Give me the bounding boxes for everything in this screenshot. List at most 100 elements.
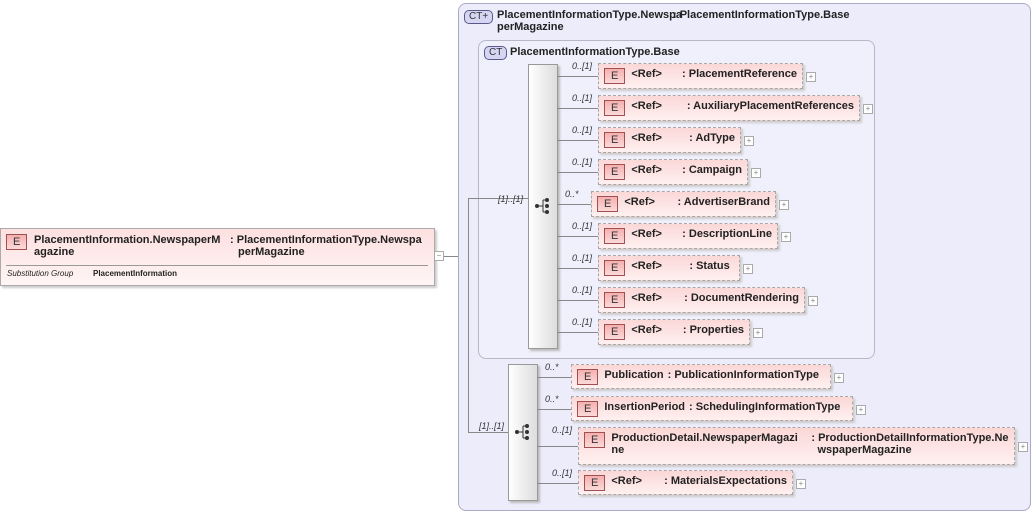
element-type: : Campaign xyxy=(682,164,742,176)
element-badge: E xyxy=(577,401,599,417)
complex-type-base: : PlacementInformationType.Base xyxy=(673,9,850,21)
ref-label: <Ref> xyxy=(611,475,642,487)
element-badge: E xyxy=(604,292,626,308)
element-badge: E xyxy=(604,132,626,148)
complex-type-name: PlacementInformationType.Base xyxy=(510,46,680,58)
element-type: : DocumentRendering xyxy=(684,292,799,304)
root-type-line: perMagazine xyxy=(238,246,305,258)
element-type: : MaterialsExpectations xyxy=(664,475,787,487)
cardinality: 0..[1] xyxy=(572,253,593,263)
element-badge: E xyxy=(604,324,626,340)
element-type: : AuxiliaryPlacementReferences xyxy=(686,100,854,112)
cardinality: 0..* xyxy=(545,362,559,372)
substitution-group-label: Substitution Group xyxy=(7,269,74,278)
ref-label: <Ref> xyxy=(631,324,662,336)
expand-button[interactable]: + xyxy=(753,328,763,338)
ref-label: <Ref> xyxy=(631,100,662,112)
element-type: : AdvertiserBrand xyxy=(677,196,770,208)
ct-name-line: PlacementInformationType.Newspa xyxy=(497,9,683,21)
element-badge: E xyxy=(604,260,626,276)
sequence-icon xyxy=(515,424,529,440)
expand-button[interactable]: + xyxy=(744,136,754,146)
element-badge: E xyxy=(604,100,626,116)
element-box[interactable]: E <Ref> : DocumentRendering xyxy=(598,287,805,313)
element-badge: E xyxy=(6,234,28,250)
ref-label: <Ref> xyxy=(631,132,662,144)
expand-button[interactable]: + xyxy=(856,405,866,415)
element-type: : Status xyxy=(689,260,730,272)
expand-button[interactable]: + xyxy=(1018,442,1028,452)
element-type: : SchedulingInformationType xyxy=(689,401,841,413)
cardinality: 0..[1] xyxy=(552,425,573,435)
ref-label: <Ref> xyxy=(631,260,662,272)
cardinality: [1]..[1] xyxy=(479,421,505,431)
root-type: : PlacementInformationType.Newspa perMaga… xyxy=(230,234,422,258)
element-box[interactable]: E <Ref> : AuxiliaryPlacementReferences xyxy=(598,95,860,121)
element-badge: E xyxy=(604,228,626,244)
element-name: InsertionPeriod xyxy=(604,401,686,413)
complex-type-badge: CT+ xyxy=(464,10,494,24)
ref-label: <Ref> xyxy=(631,164,662,176)
root-element[interactable]: E PlacementInformation.NewspaperM agazine… xyxy=(0,228,435,286)
substitution-group-value: PlacementInformation xyxy=(93,269,178,278)
element-box[interactable]: E <Ref> : AdType xyxy=(598,127,741,153)
element-box[interactable]: E ProductionDetail.NewspaperMagazi ne : Pr… xyxy=(578,427,1015,465)
sequence-icon xyxy=(535,198,549,214)
cardinality: 0..[1] xyxy=(572,221,593,231)
element-box[interactable]: E <Ref> : DescriptionLine xyxy=(598,223,778,249)
element-type: : Properties xyxy=(682,324,744,336)
root-name-line: PlacementInformation.NewspaperM xyxy=(34,234,221,246)
element-type: : PlacementReference xyxy=(682,68,797,80)
expand-button[interactable]: + xyxy=(806,72,816,82)
cardinality: [1]..[1] xyxy=(498,194,524,204)
cardinality: 0..* xyxy=(545,394,559,404)
element-badge: E xyxy=(584,475,606,491)
cardinality: 0..[1] xyxy=(552,468,573,478)
expand-button[interactable]: + xyxy=(796,479,806,489)
ref-label: <Ref> xyxy=(624,196,655,208)
expand-button[interactable]: + xyxy=(781,232,791,242)
element-type: : AdType xyxy=(689,132,735,144)
expand-button[interactable]: + xyxy=(751,168,761,178)
element-name: Publication xyxy=(604,369,664,381)
element-box[interactable]: E <Ref> : Properties xyxy=(598,319,750,345)
element-box[interactable]: E InsertionPeriod: SchedulingInformationT… xyxy=(571,396,853,421)
root-name-line: agazine xyxy=(34,246,75,258)
element-box[interactable]: E <Ref> : Status xyxy=(598,255,740,281)
cardinality: 0..[1] xyxy=(572,61,593,71)
cardinality: 0..[1] xyxy=(572,125,593,135)
element-type: : ProductionDetailInformationType.Ne wsp… xyxy=(811,432,1009,456)
element-type: : DescriptionLine xyxy=(682,228,772,240)
element-box[interactable]: E <Ref> : MaterialsExpectations xyxy=(578,470,793,495)
cardinality: 0..[1] xyxy=(572,317,593,327)
cardinality: 0..[1] xyxy=(572,157,593,167)
ref-label: <Ref> xyxy=(631,68,662,80)
element-badge: E xyxy=(584,432,606,448)
element-box[interactable]: E <Ref> : PlacementReference xyxy=(598,63,803,89)
ref-label: <Ref> xyxy=(631,228,662,240)
element-box[interactable]: E Publication: PublicationInformationType xyxy=(571,364,831,389)
element-box[interactable]: E <Ref> : Campaign xyxy=(598,159,748,185)
cardinality: 0..[1] xyxy=(572,93,593,103)
expand-button[interactable]: + xyxy=(863,104,873,114)
collapse-button[interactable]: − xyxy=(434,251,444,261)
expand-button[interactable]: + xyxy=(834,373,844,383)
ref-label: <Ref> xyxy=(631,292,662,304)
expand-button[interactable]: + xyxy=(779,200,789,210)
complex-type-badge: CT xyxy=(484,46,508,60)
element-badge: E xyxy=(597,196,619,212)
element-badge: E xyxy=(604,68,626,84)
element-type: : PublicationInformationType xyxy=(667,369,819,381)
root-type-line: PlacementInformationType.Newspa xyxy=(236,234,422,246)
ct-name-line: perMagazine xyxy=(497,21,564,33)
element-badge: E xyxy=(577,369,599,385)
element-box[interactable]: E <Ref> : AdvertiserBrand xyxy=(591,191,776,217)
root-name: PlacementInformation.NewspaperM agazine xyxy=(34,234,220,258)
expand-button[interactable]: + xyxy=(743,264,753,274)
element-name: ProductionDetail.NewspaperMagazi ne xyxy=(611,432,798,456)
element-badge: E xyxy=(604,164,626,180)
cardinality: 0..* xyxy=(565,189,579,199)
cardinality: 0..[1] xyxy=(572,285,593,295)
complex-type-name: PlacementInformationType.Newspa perMagazi… xyxy=(497,9,682,33)
expand-button[interactable]: + xyxy=(808,296,818,306)
